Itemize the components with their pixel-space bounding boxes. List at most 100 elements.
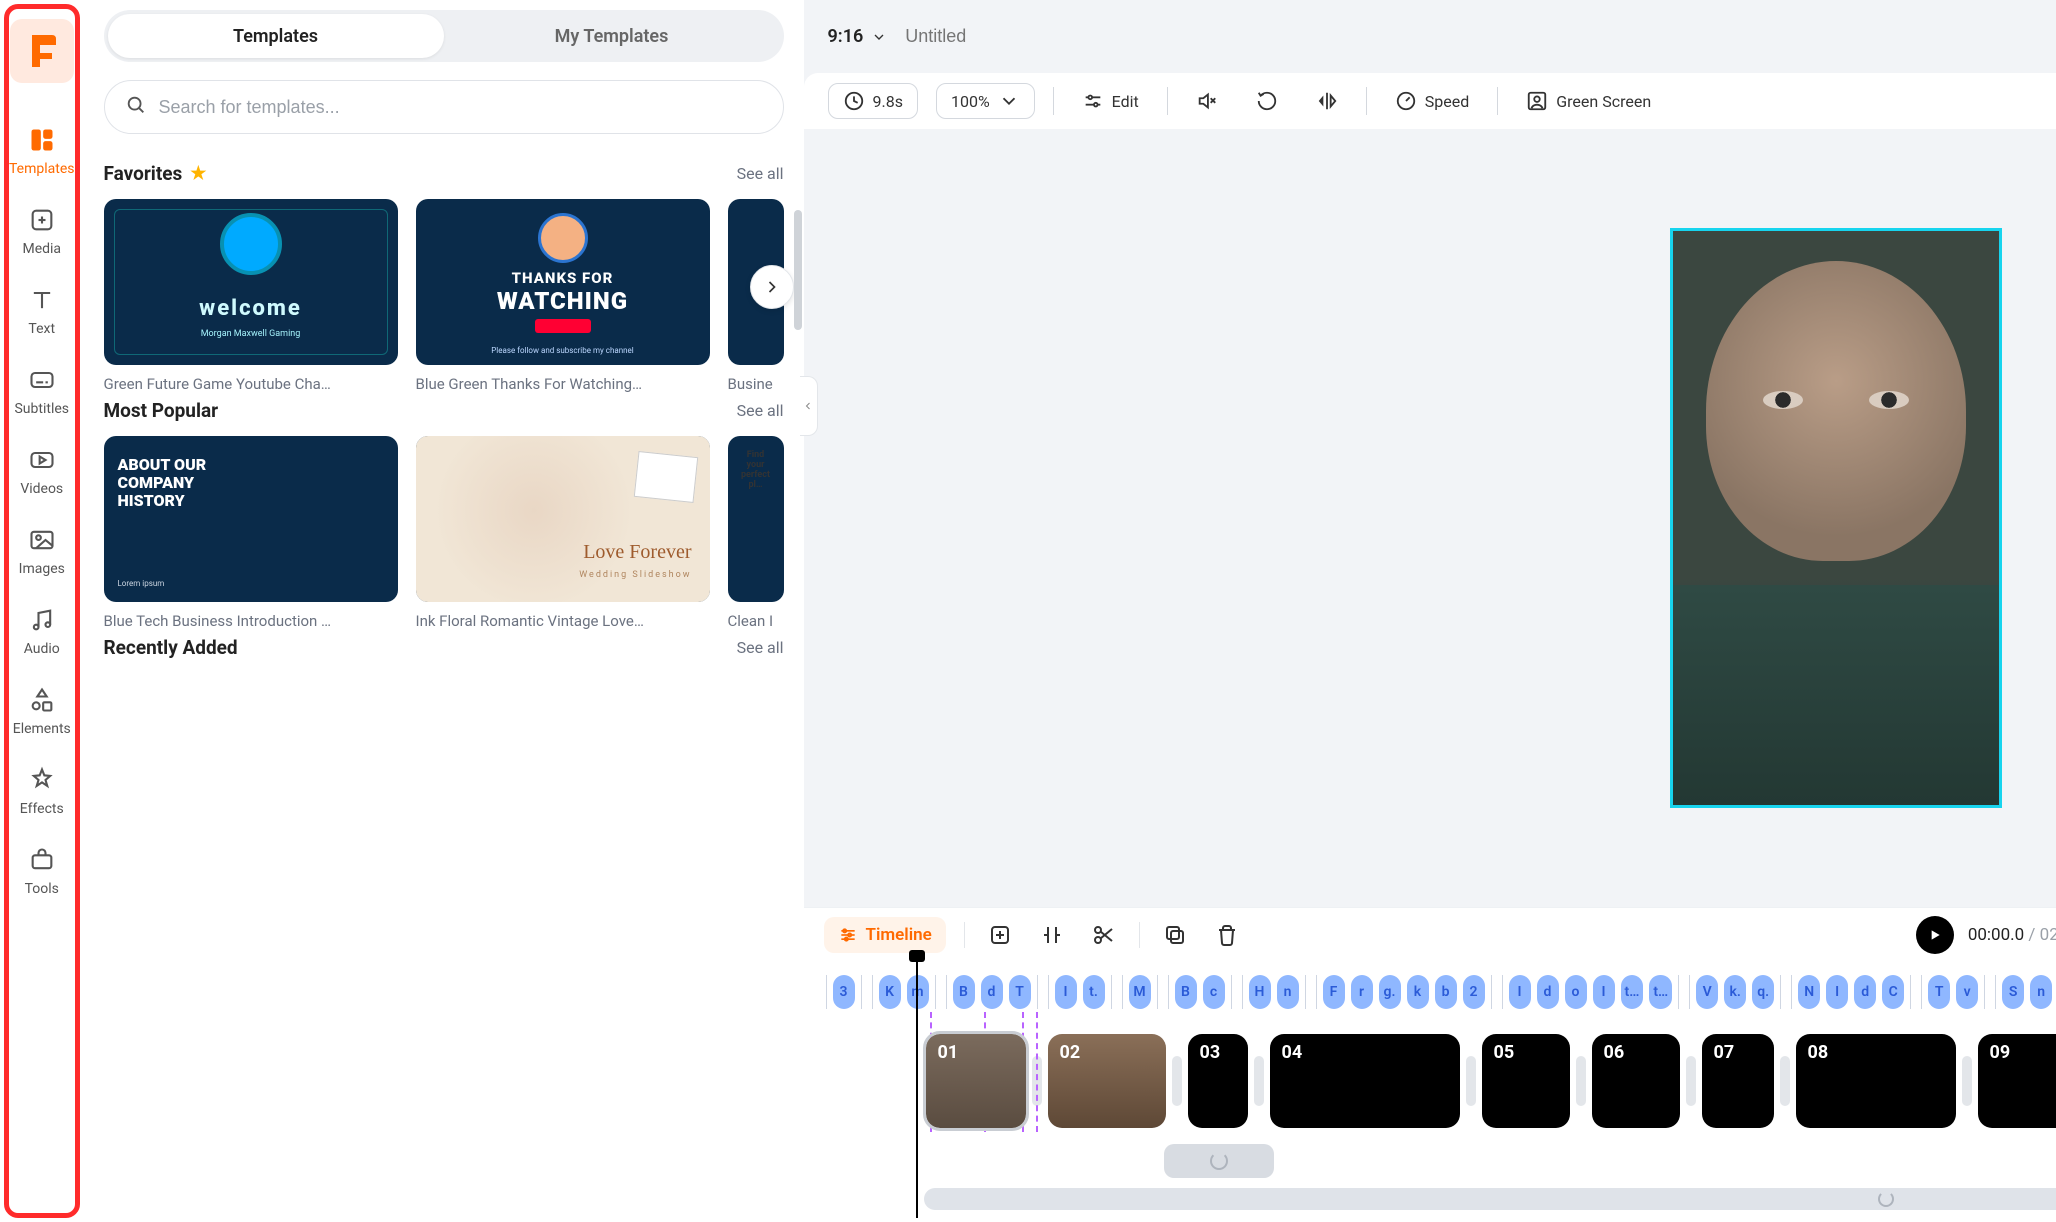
green-screen-button[interactable]: Green Screen bbox=[1516, 84, 1661, 118]
delete-button[interactable] bbox=[1210, 918, 1244, 952]
marker[interactable]: t. bbox=[1083, 975, 1105, 1009]
marker[interactable]: k bbox=[1407, 975, 1429, 1009]
marker[interactable]: F bbox=[1323, 975, 1345, 1009]
marker[interactable]: v bbox=[1956, 975, 1978, 1009]
marker[interactable]: k. bbox=[1724, 975, 1746, 1009]
transition-handle[interactable] bbox=[1576, 1056, 1586, 1106]
clip-07[interactable]: 07 bbox=[1702, 1034, 1774, 1128]
transition-handle[interactable] bbox=[1172, 1056, 1182, 1106]
playhead[interactable] bbox=[916, 958, 918, 1218]
cut-button[interactable] bbox=[1087, 918, 1121, 952]
marker[interactable]: 3 bbox=[833, 975, 855, 1009]
tab-templates[interactable]: Templates bbox=[108, 14, 444, 58]
preview-canvas[interactable] bbox=[1670, 228, 2002, 808]
tab-my-templates[interactable]: My Templates bbox=[444, 14, 780, 58]
rail-audio[interactable]: Audio bbox=[9, 591, 75, 671]
edit-button[interactable]: Edit bbox=[1072, 84, 1149, 118]
clip-track[interactable]: 0102030405060708091011121314 bbox=[804, 1028, 2056, 1138]
marker[interactable]: d bbox=[981, 975, 1003, 1009]
rail-subtitles[interactable]: Subtitles bbox=[9, 351, 75, 431]
clip-06[interactable]: 06 bbox=[1592, 1034, 1680, 1128]
template-card[interactable]: Love ForeverWedding SlideshowInk Floral … bbox=[416, 436, 710, 630]
project-title-input[interactable] bbox=[905, 26, 1137, 47]
carousel-next-button[interactable] bbox=[750, 265, 794, 309]
clip-03[interactable]: 03 bbox=[1188, 1034, 1248, 1128]
add-clip-button[interactable] bbox=[983, 918, 1017, 952]
marker[interactable]: q. bbox=[1752, 975, 1774, 1009]
marker[interactable]: I bbox=[1593, 975, 1615, 1009]
transition-handle[interactable] bbox=[1466, 1056, 1476, 1106]
clip-02[interactable]: 02 bbox=[1048, 1034, 1166, 1128]
timeline-scrollbar[interactable] bbox=[924, 1188, 2056, 1210]
transition-handle[interactable] bbox=[1962, 1056, 1972, 1106]
template-card[interactable]: Find your perfect pl…Clean I bbox=[728, 436, 784, 630]
marker[interactable]: V bbox=[1696, 975, 1718, 1009]
marker[interactable]: n bbox=[1277, 975, 1299, 1009]
clip-05[interactable]: 05 bbox=[1482, 1034, 1570, 1128]
marker[interactable]: g. bbox=[1379, 975, 1401, 1009]
rail-templates[interactable]: Templates bbox=[9, 111, 75, 191]
template-thumb: THANKS FORWATCHINGPlease follow and subs… bbox=[416, 199, 710, 365]
rail-media[interactable]: Media bbox=[9, 191, 75, 271]
marker[interactable]: 2 bbox=[1463, 975, 1485, 1009]
mute-button[interactable] bbox=[1186, 84, 1228, 118]
split-button[interactable] bbox=[1035, 918, 1069, 952]
clip-04[interactable]: 04 bbox=[1270, 1034, 1460, 1128]
panel-scrollbar[interactable] bbox=[794, 60, 802, 1222]
speed-button[interactable]: Speed bbox=[1385, 84, 1479, 118]
marker[interactable]: K bbox=[879, 975, 901, 1009]
marker[interactable]: H bbox=[1249, 975, 1271, 1009]
marker[interactable]: d bbox=[1537, 975, 1559, 1009]
rail-elements[interactable]: Elements bbox=[9, 671, 75, 751]
marker[interactable]: M bbox=[1129, 975, 1151, 1009]
marker[interactable]: r bbox=[1351, 975, 1373, 1009]
marker[interactable]: c bbox=[1203, 975, 1225, 1009]
clip-duration-button[interactable]: 9.8s bbox=[828, 83, 918, 119]
marker[interactable]: T bbox=[1009, 975, 1031, 1009]
flip-button[interactable] bbox=[1306, 84, 1348, 118]
marker[interactable]: b bbox=[1435, 975, 1457, 1009]
transition-handle[interactable] bbox=[1254, 1056, 1264, 1106]
rail-videos[interactable]: Videos bbox=[9, 431, 75, 511]
marker[interactable]: S bbox=[2002, 975, 2024, 1009]
rail-images[interactable]: Images bbox=[9, 511, 75, 591]
marker[interactable]: t… bbox=[1649, 975, 1672, 1009]
rotate-button[interactable] bbox=[1246, 84, 1288, 118]
aspect-ratio-button[interactable]: 9:16 bbox=[828, 26, 888, 47]
rail-effects[interactable]: Effects bbox=[9, 751, 75, 831]
clip-08[interactable]: 08 bbox=[1796, 1034, 1956, 1128]
clip-01[interactable]: 01 bbox=[926, 1034, 1026, 1128]
marker[interactable]: T bbox=[1928, 975, 1950, 1009]
transition-handle[interactable] bbox=[1780, 1056, 1790, 1106]
template-search[interactable] bbox=[104, 80, 784, 134]
marker[interactable]: o bbox=[1565, 975, 1587, 1009]
marker[interactable]: I bbox=[1055, 975, 1077, 1009]
marker-track[interactable]: 3KmBdTIt.MBcHnFrg.kb2IdoIt…t…Vk.q.NIdCTv… bbox=[804, 962, 2056, 1028]
marker[interactable]: B bbox=[953, 975, 975, 1009]
transition-handle[interactable] bbox=[1686, 1056, 1696, 1106]
marker[interactable]: B bbox=[1175, 975, 1197, 1009]
see-all-link[interactable]: See all bbox=[737, 401, 784, 420]
play-button[interactable] bbox=[1916, 916, 1954, 954]
rail-text[interactable]: Text bbox=[9, 271, 75, 351]
clip-09[interactable]: 09 bbox=[1978, 1034, 2056, 1128]
marker[interactable]: I bbox=[1826, 975, 1848, 1009]
marker[interactable]: I bbox=[1509, 975, 1531, 1009]
see-all-link[interactable]: See all bbox=[737, 164, 784, 183]
template-card[interactable]: welcomeMorgan Maxwell GamingGreen Future… bbox=[104, 199, 398, 393]
collapse-panel-button[interactable] bbox=[800, 376, 818, 436]
template-card[interactable]: THANKS FORWATCHINGPlease follow and subs… bbox=[416, 199, 710, 393]
marker[interactable]: N bbox=[1798, 975, 1820, 1009]
marker[interactable]: n bbox=[2030, 975, 2052, 1009]
marker[interactable]: d bbox=[1854, 975, 1876, 1009]
rail-tools[interactable]: Tools bbox=[9, 831, 75, 911]
template-card[interactable]: ABOUT OURCOMPANYHISTORYLorem ipsumBlue T… bbox=[104, 436, 398, 630]
marker[interactable]: C bbox=[1882, 975, 1904, 1009]
timeline-toggle[interactable]: Timeline bbox=[824, 917, 946, 953]
copy-button[interactable] bbox=[1158, 918, 1192, 952]
zoom-select[interactable]: 100% bbox=[936, 83, 1035, 119]
marker[interactable]: t… bbox=[1621, 975, 1644, 1009]
marker[interactable]: m bbox=[907, 975, 929, 1009]
see-all-link[interactable]: See all bbox=[737, 638, 784, 657]
search-input[interactable] bbox=[159, 97, 763, 118]
